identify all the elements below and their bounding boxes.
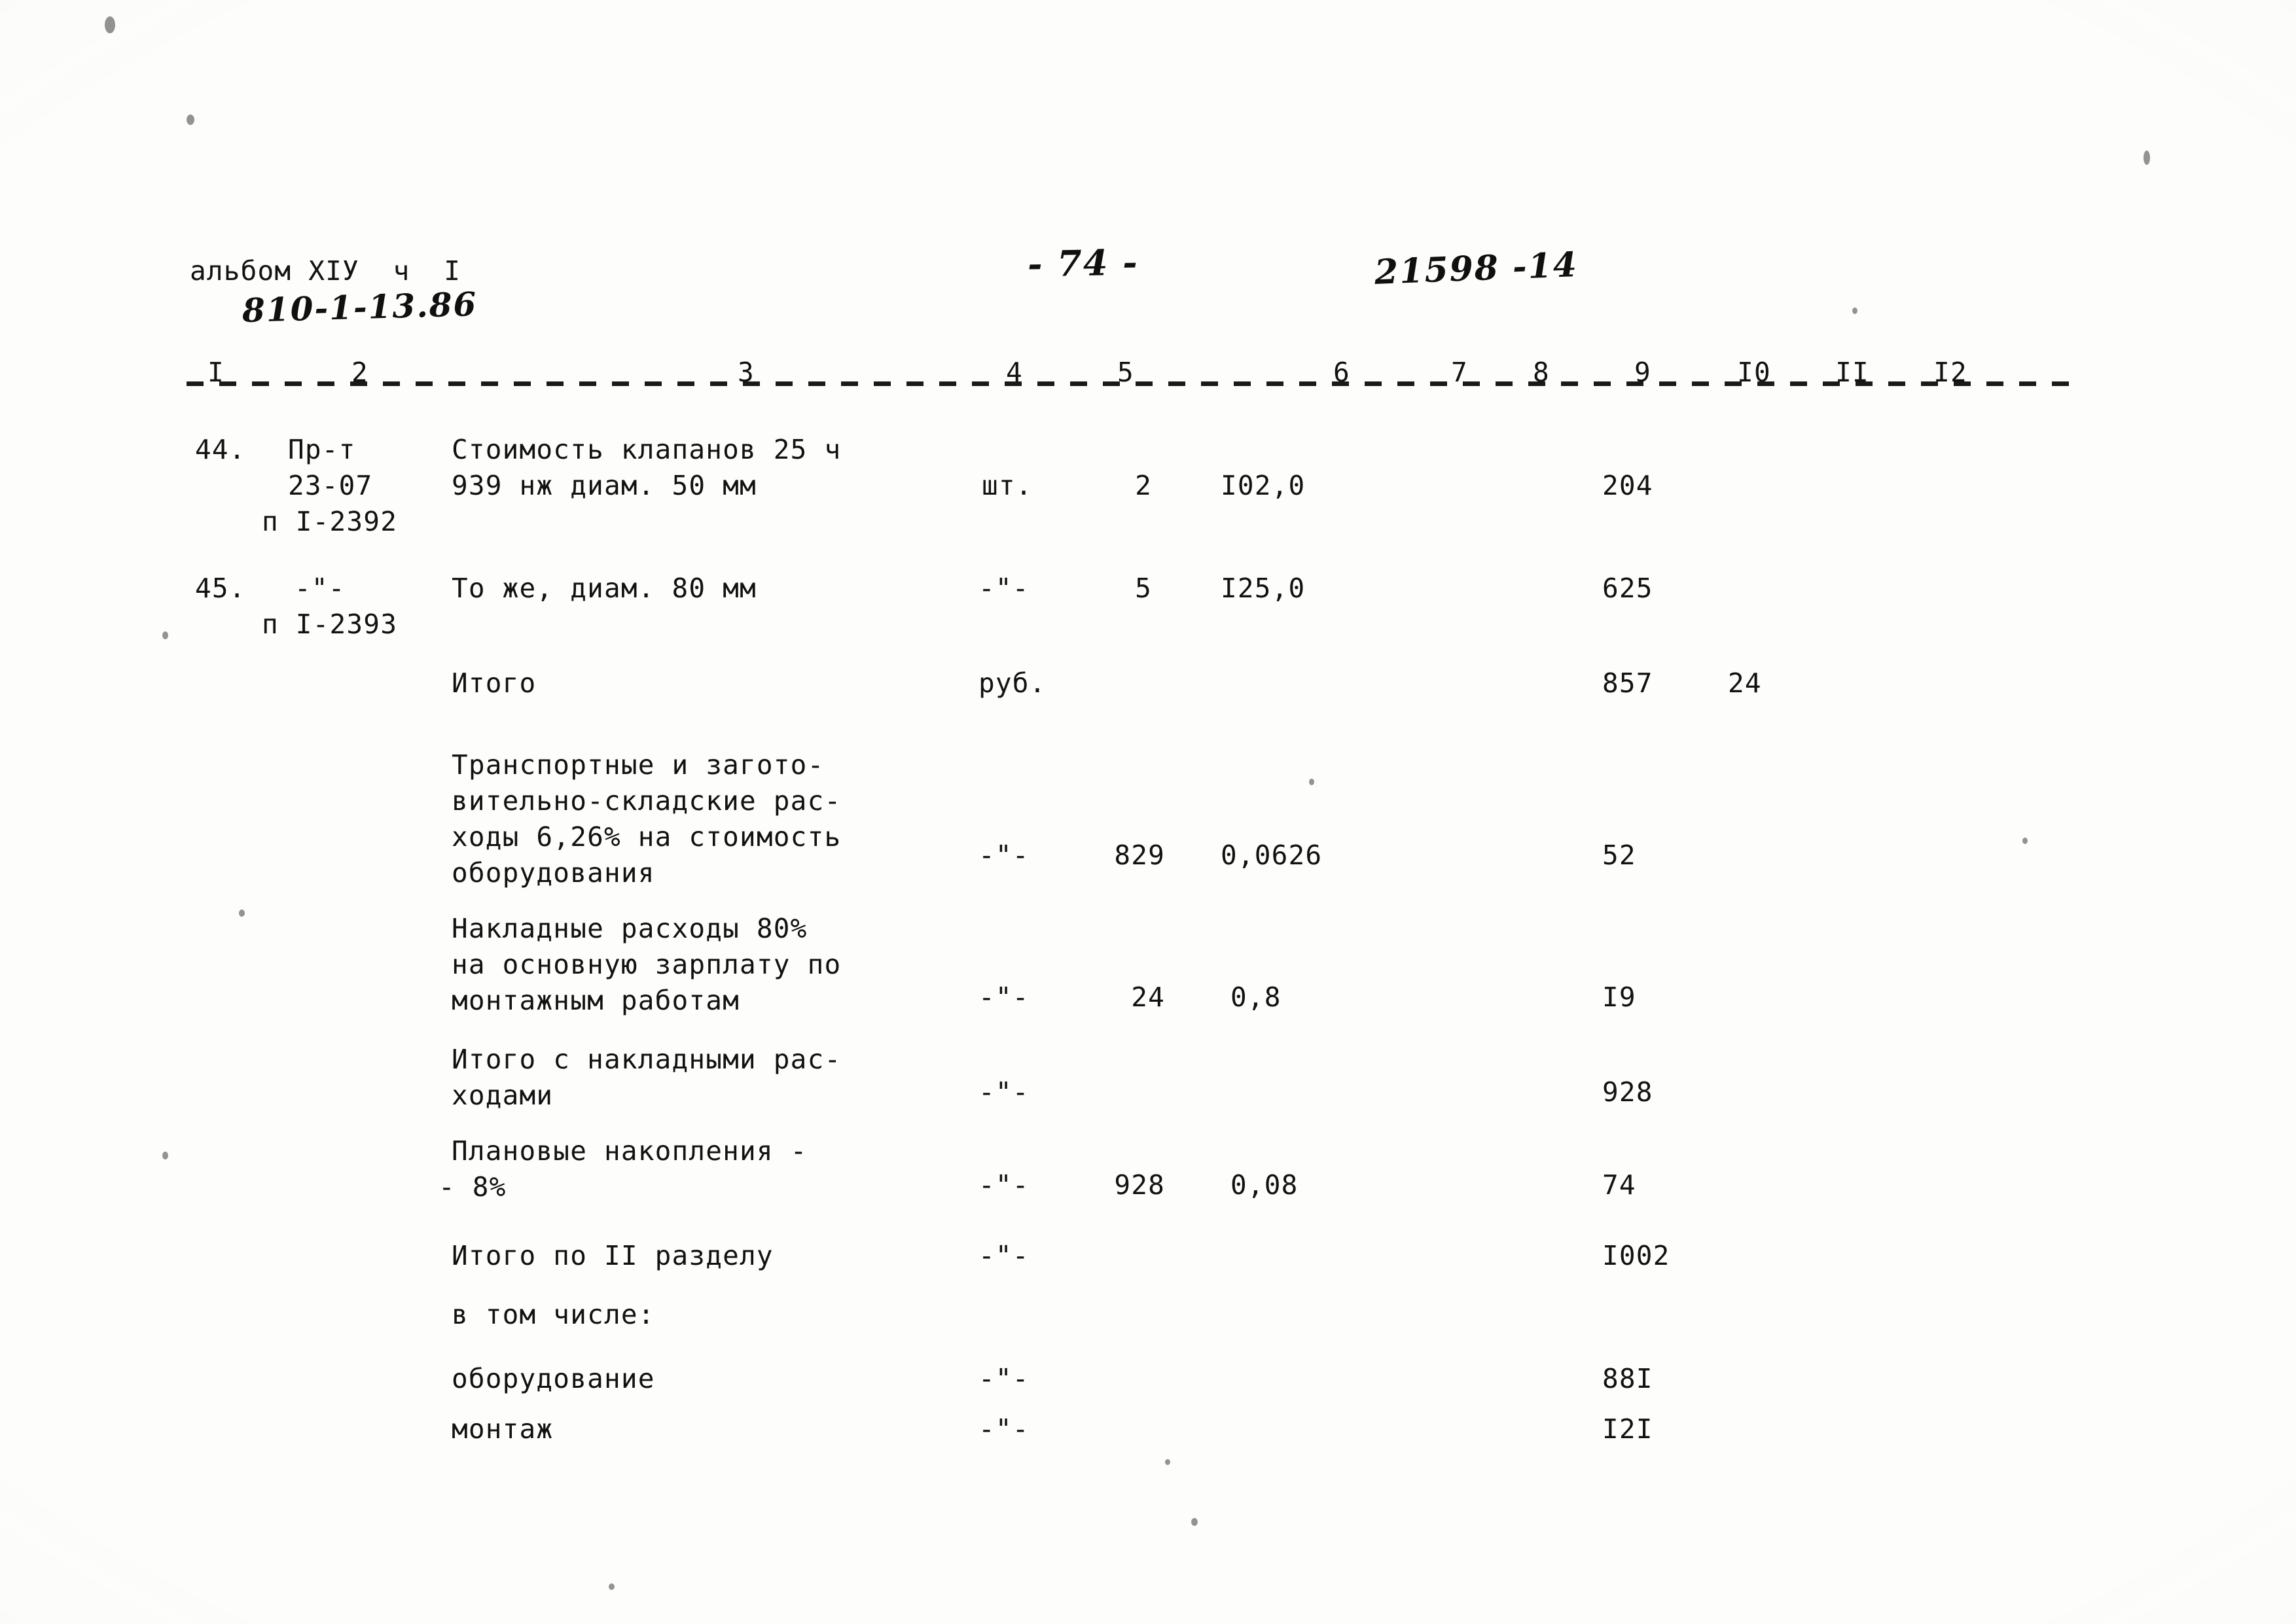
page-number-handwritten: - 74 -: [1027, 241, 1139, 285]
row-code-line: п I-2392: [262, 506, 398, 537]
row-code-line: -"-: [295, 573, 346, 604]
row-description-line: оборудования: [452, 857, 655, 889]
row-description-line: Стоимость клапанов 25 ч: [452, 434, 842, 465]
row-description-line: ходами: [452, 1080, 554, 1111]
row-code-line: Пр-т: [288, 434, 356, 465]
row-unit: -"-: [978, 1240, 1030, 1271]
scan-speck: [162, 1152, 168, 1159]
row-description-line: 939 нж диам. 50 мм: [452, 470, 757, 501]
row-quantity: 24: [1131, 981, 1165, 1013]
row-total: I9: [1602, 981, 1636, 1013]
scan-speck: [609, 1583, 615, 1590]
row-description-line: монтаж: [452, 1413, 554, 1445]
row-total: 857: [1602, 667, 1653, 699]
scan-speck: [187, 115, 194, 125]
row-unit: -"-: [978, 839, 1030, 871]
scan-speck: [1852, 308, 1857, 314]
album-code-handwritten: 810-1-13.86: [242, 284, 478, 330]
row-description-line: Итого: [452, 667, 537, 699]
album-label: альбом XIУ ч I: [190, 255, 461, 287]
row-description-line: ходы 6,26% на стоимость: [452, 821, 842, 853]
row-description-line: - 8%: [439, 1171, 507, 1203]
row-total: 625: [1602, 573, 1653, 604]
row-unit-price: I25,0: [1221, 573, 1306, 604]
row-unit-price: 0,8: [1230, 981, 1282, 1013]
scan-speck: [1309, 779, 1314, 785]
row-total: I2I: [1602, 1413, 1653, 1445]
row-quantity: 928: [1114, 1169, 1165, 1201]
row-unit: -"-: [978, 1076, 1030, 1108]
row-description-line: То же, диам. 80 мм: [452, 573, 757, 604]
row-code-line: п I-2393: [262, 609, 398, 640]
row-unit-price: 0,08: [1230, 1169, 1299, 1201]
row-description-line: оборудование: [452, 1363, 655, 1394]
scan-speck: [162, 631, 168, 639]
row-description-line: Накладные расходы 80%: [452, 913, 808, 944]
row-unit: -"-: [978, 1363, 1030, 1394]
row-unit: -"-: [978, 981, 1030, 1013]
row-quantity: 829: [1114, 839, 1165, 871]
row-total: 204: [1602, 470, 1653, 501]
document-stamp-handwritten: 21598 -14: [1373, 245, 1579, 292]
row-unit: шт.: [982, 470, 1033, 501]
row-description-line: на основную зарплату по: [452, 949, 842, 980]
row-quantity: 2: [1135, 470, 1152, 501]
row-number: 45.: [195, 573, 246, 604]
scan-speck: [239, 909, 245, 917]
row-unit: -"-: [978, 1169, 1030, 1201]
row-unit-price: 0,0626: [1221, 839, 1323, 871]
scan-speck: [105, 16, 115, 33]
row-description-line: в том числе:: [452, 1299, 655, 1330]
row-description-line: вительно-складские рас-: [452, 785, 842, 817]
row-total: I002: [1602, 1240, 1670, 1271]
header-divider-dashed: [187, 381, 2078, 386]
scan-speck: [2022, 838, 2028, 844]
row-description-line: Плановые накопления -: [452, 1135, 808, 1167]
scan-speck: [1165, 1459, 1170, 1465]
scan-vignette: [0, 0, 2296, 1624]
row-total: 928: [1602, 1076, 1653, 1108]
row-number: 44.: [195, 434, 246, 465]
row-total: 74: [1602, 1169, 1636, 1201]
row-description-line: Итого по II разделу: [452, 1240, 774, 1271]
row-total: 88I: [1602, 1363, 1653, 1394]
row-unit: -"-: [978, 573, 1030, 604]
row-description-line: монтажным работам: [452, 985, 740, 1016]
row-description-line: Итого с накладными рас-: [452, 1044, 842, 1075]
scanned-document-page: альбом XIУ ч I 810-1-13.86 - 74 - 21598 …: [0, 0, 2296, 1624]
row-quantity: 5: [1135, 573, 1152, 604]
row-unit: руб.: [978, 667, 1047, 699]
scan-speck: [1191, 1518, 1198, 1526]
row-unit-price: I02,0: [1221, 470, 1306, 501]
row-total-kopecks: 24: [1728, 667, 1762, 699]
row-description-line: Транспортные и загото-: [452, 749, 825, 781]
row-code-line: 23-07: [288, 470, 373, 501]
row-total: 52: [1602, 839, 1636, 871]
scan-speck: [2144, 150, 2150, 165]
row-unit: -"-: [978, 1413, 1030, 1445]
